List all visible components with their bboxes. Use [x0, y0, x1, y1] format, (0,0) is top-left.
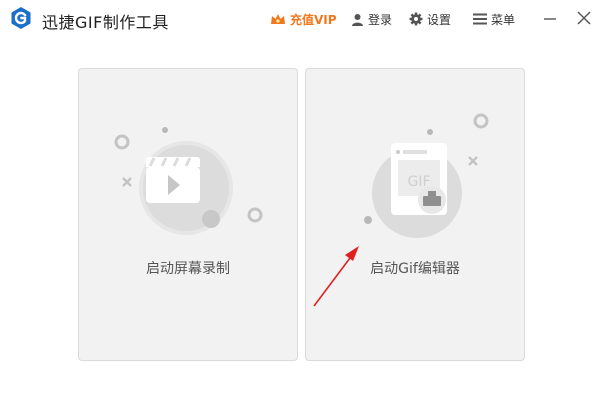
hamburger-icon [473, 13, 487, 25]
gif-editor-icon: GIF [364, 113, 489, 238]
start-screen-recording-label: 启动屏幕录制 [146, 261, 230, 277]
start-gif-editor-card[interactable]: GIF 启动Gif编辑器 [305, 68, 525, 361]
menu-button[interactable]: 菜单 [473, 10, 515, 28]
user-icon [352, 13, 363, 26]
title-bar: 迅捷GIF制作工具 充值VIP 登录 设置 菜单 [0, 0, 600, 36]
logo-g-icon [11, 7, 31, 29]
crown-icon [271, 14, 285, 24]
vip-button[interactable]: 充值VIP [270, 10, 337, 28]
video-clapper-icon [114, 127, 263, 235]
login-button[interactable]: 登录 [351, 10, 392, 28]
close-icon[interactable] [574, 8, 594, 28]
start-screen-recording-card[interactable]: 启动屏幕录制 [78, 68, 298, 361]
login-label: 登录 [368, 12, 393, 27]
vip-label: 充值VIP [290, 12, 337, 27]
app-title: 迅捷GIF制作工具 [42, 13, 169, 32]
settings-label: 设置 [427, 12, 452, 27]
start-gif-editor-label: 启动Gif编辑器 [370, 261, 460, 277]
menu-label: 菜单 [491, 12, 516, 27]
minimize-icon[interactable] [540, 8, 560, 28]
settings-button[interactable]: 设置 [409, 10, 451, 28]
gear-icon [409, 12, 423, 26]
